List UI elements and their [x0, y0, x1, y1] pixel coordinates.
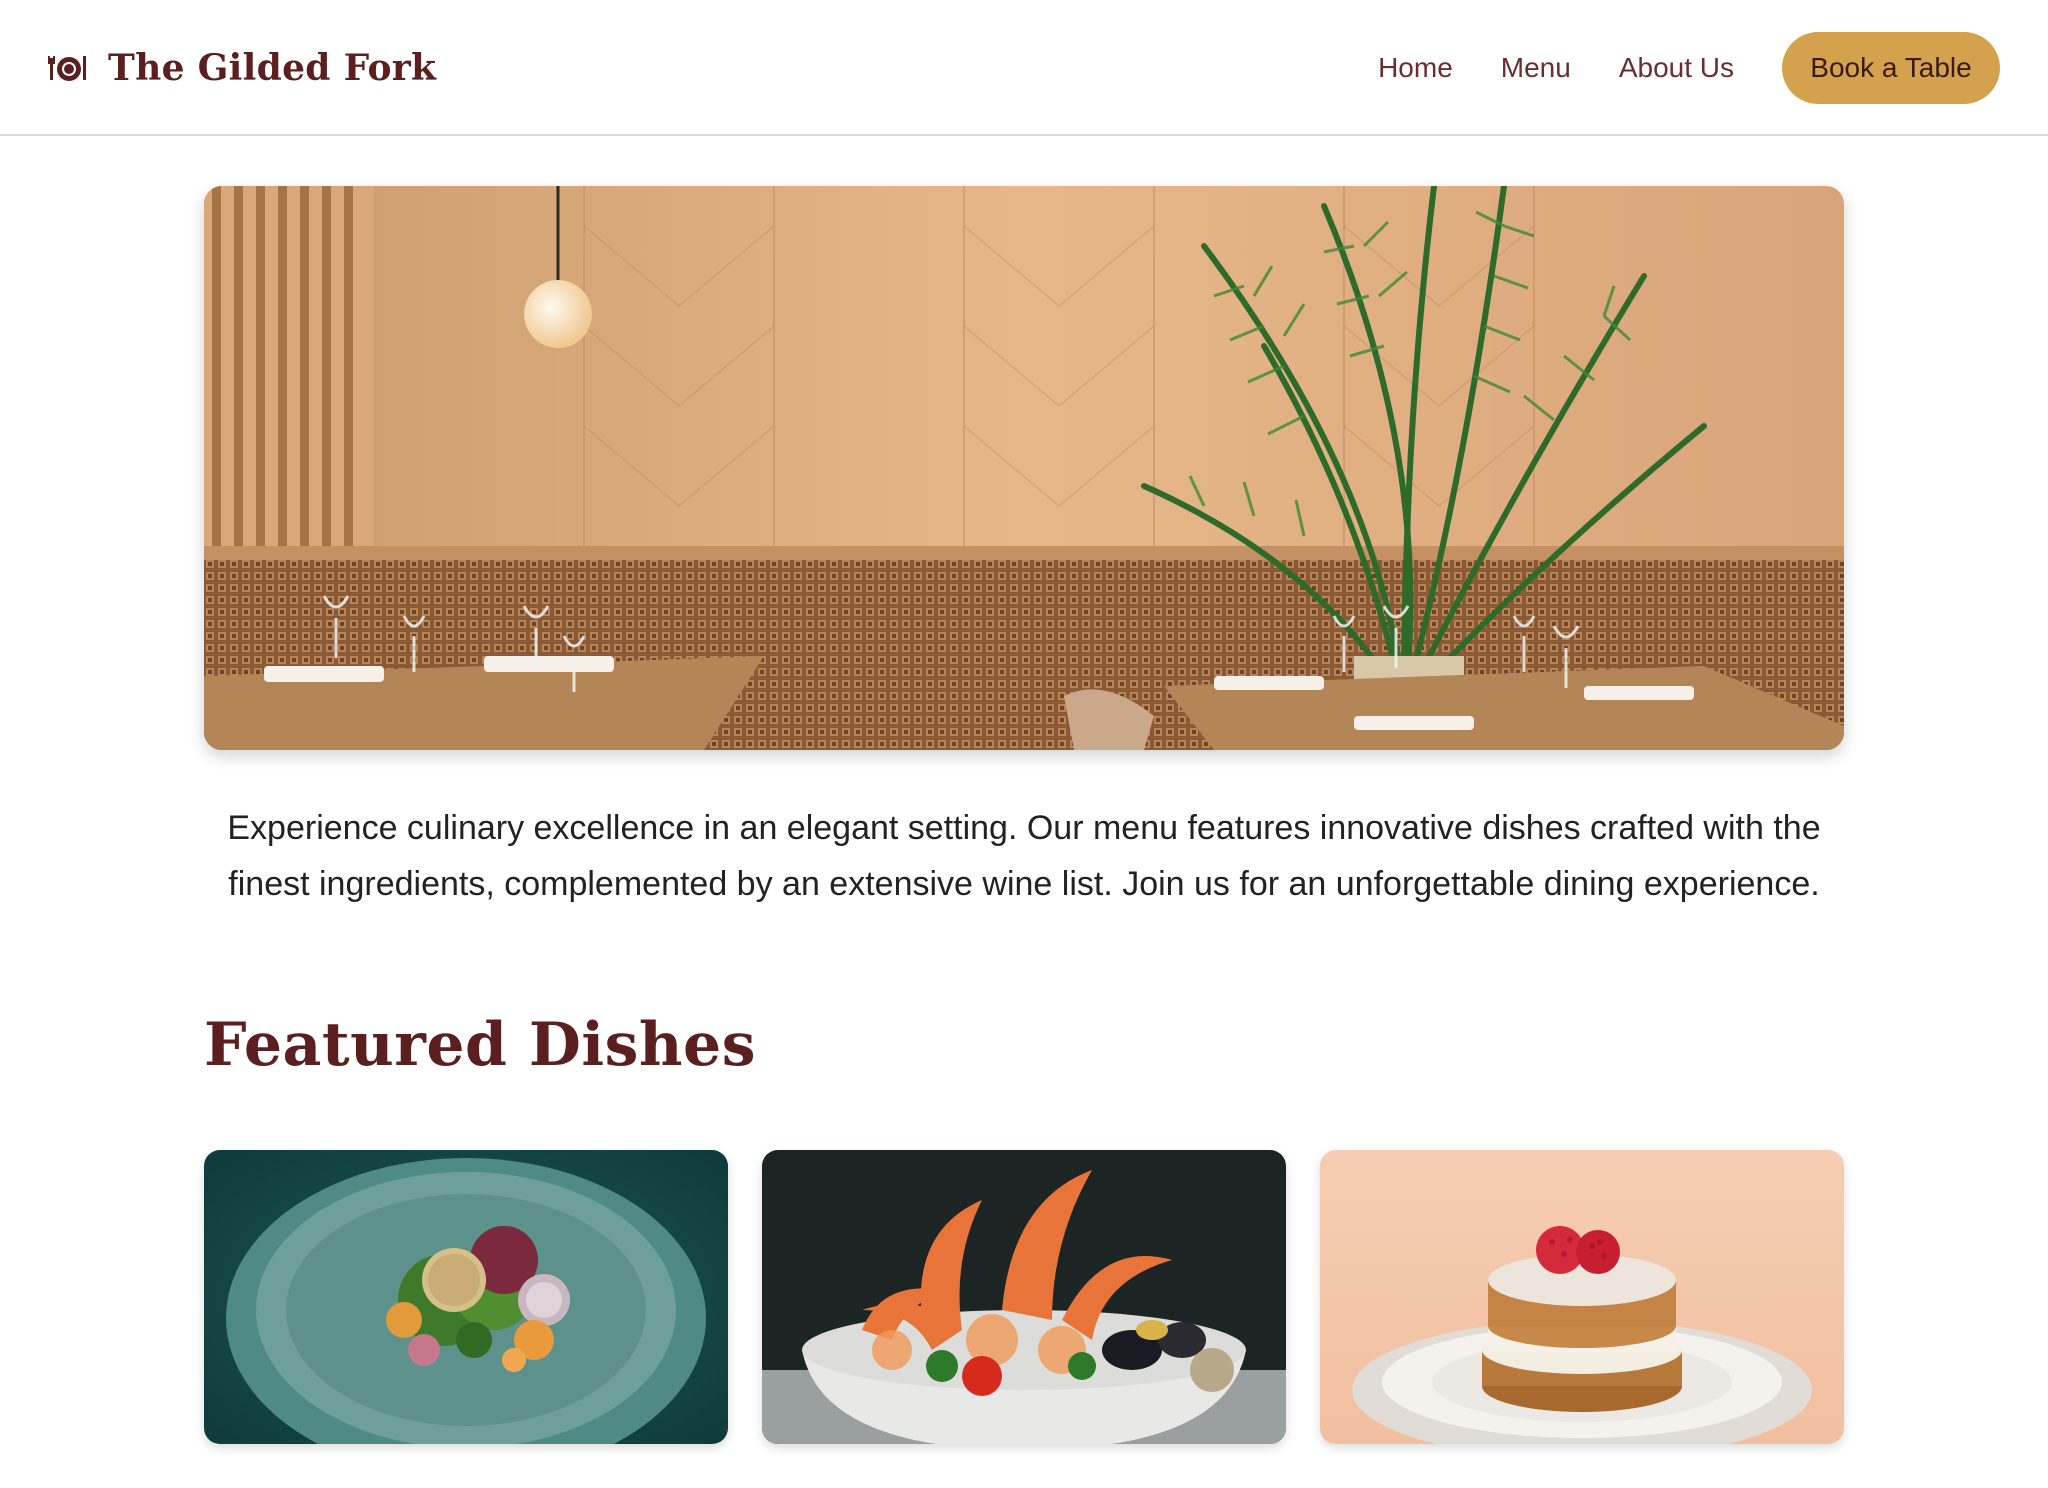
restaurant-interior-photo [204, 186, 1844, 750]
nav-about-link[interactable]: About Us [1619, 52, 1734, 84]
site-header: The Gilded Fork Home Menu About Us Book … [0, 0, 2048, 136]
main-nav: Home Menu About Us Book a Table [1378, 32, 2000, 104]
salad-plate-photo [204, 1150, 728, 1444]
hero-image [204, 186, 1844, 750]
dish-card-dessert[interactable] [1320, 1150, 1844, 1444]
dish-card-seafood[interactable] [762, 1150, 1286, 1444]
featured-dishes-title: Featured Dishes [204, 1010, 757, 1080]
dessert-cake-photo [1320, 1150, 1844, 1444]
dish-card-salad[interactable] [204, 1150, 728, 1444]
brand[interactable]: The Gilded Fork [48, 40, 436, 96]
nav-home-link[interactable]: Home [1378, 52, 1453, 84]
book-table-button[interactable]: Book a Table [1782, 32, 2000, 104]
brand-name: The Gilded Fork [108, 47, 437, 89]
seafood-bowl-photo [762, 1150, 1286, 1444]
plate-cutlery-icon [48, 56, 86, 81]
intro-text: Experience culinary excellence in an ele… [227, 809, 1821, 903]
nav-menu-link[interactable]: Menu [1501, 52, 1571, 84]
